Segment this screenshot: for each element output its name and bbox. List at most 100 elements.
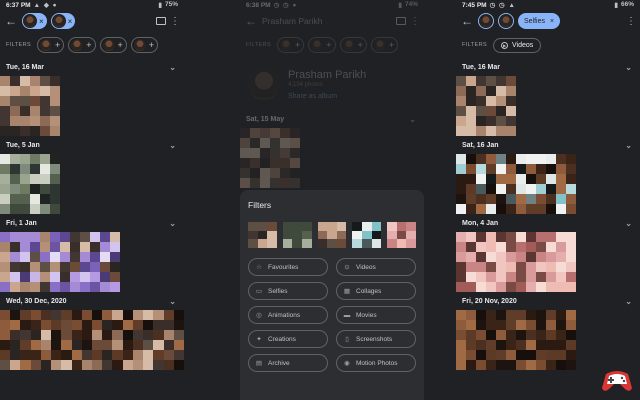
chevron-down-icon[interactable]: ⌄ xyxy=(169,141,176,150)
photo-thumbnail[interactable] xyxy=(0,232,120,292)
filter-animations-button[interactable]: ◎ Animations xyxy=(248,306,328,324)
person-filter-chip[interactable]: + xyxy=(370,37,399,53)
person-chip[interactable] xyxy=(478,13,494,29)
chevron-down-icon[interactable]: ⌄ xyxy=(625,297,632,306)
photo-thumbnail[interactable] xyxy=(456,76,516,136)
photo-thumbnail[interactable] xyxy=(456,232,576,292)
share-album-link[interactable]: Share as album xyxy=(288,93,366,100)
filter-label: Motion Photos xyxy=(356,359,398,367)
phone-screen-1: 6:37 PM ▲ ◆ ● ▮ 75% ← × × ⋮ FILTERS + + xyxy=(0,0,184,400)
chevron-down-icon[interactable]: ⌄ xyxy=(409,115,416,124)
face-thumbnail xyxy=(23,14,37,28)
filter-label: Selfies xyxy=(268,287,288,295)
status-time: 6:38 PM xyxy=(246,1,271,9)
battery-level: 75% xyxy=(164,1,178,8)
selfies-chip[interactable]: Selfies × xyxy=(518,13,561,29)
person-filter-chip[interactable]: + xyxy=(99,37,127,53)
back-arrow-icon[interactable]: ← xyxy=(244,14,258,28)
signal-icon: ▮ xyxy=(398,2,402,9)
filters-row: FILTERS + + + + xyxy=(0,32,184,58)
more-vert-icon[interactable]: ⋮ xyxy=(170,16,180,27)
battery-level: 74% xyxy=(404,1,418,8)
date-header: Sat, 15 May ⌄ xyxy=(240,110,424,128)
add-icon: + xyxy=(326,40,332,50)
date-header: Tue, 16 Mar ⌄ xyxy=(0,58,184,76)
dimmed-background: 6:38 PM ◷ ◷ ● ▮ 74% ← Prasham Parikh ⋮ F… xyxy=(240,0,424,188)
close-icon[interactable]: × xyxy=(550,18,554,25)
person-filter-chip[interactable]: + xyxy=(68,37,96,53)
filter-creations-button[interactable]: ✦ Creations xyxy=(248,330,328,348)
date-header: Sat, 16 Jan ⌄ xyxy=(456,136,640,154)
filter-label: Videos xyxy=(356,263,376,271)
face-thumbnail xyxy=(479,14,493,28)
face-thumbnail xyxy=(70,38,85,52)
filter-videos-button[interactable]: ⊙ Videos xyxy=(336,258,416,276)
filter-archive-button[interactable]: ▤ Archive xyxy=(248,354,328,372)
filter-label: Favourites xyxy=(268,263,299,271)
filter-movies-button[interactable]: ▬ Movies xyxy=(336,306,416,324)
person-chip[interactable]: × xyxy=(22,13,47,29)
signal-icon: ▮ xyxy=(614,2,618,9)
app-bar: ← Prasham Parikh ⋮ xyxy=(240,10,424,32)
person-thumbnail[interactable] xyxy=(317,222,347,248)
photo-thumbnail[interactable] xyxy=(0,76,60,136)
animation-icon: ◎ xyxy=(256,312,262,319)
person-thumbnail[interactable] xyxy=(282,222,312,248)
face-thumbnail xyxy=(372,38,387,52)
filter-motion-photos-button[interactable]: ◉ Motion Photos xyxy=(336,354,416,372)
person-filter-chip[interactable]: + xyxy=(130,37,159,53)
chevron-down-icon[interactable]: ⌄ xyxy=(169,297,176,306)
screenshot-collage: 6:37 PM ▲ ◆ ● ▮ 75% ← × × ⋮ FILTERS + + xyxy=(0,0,640,400)
person-chip[interactable] xyxy=(498,13,514,29)
more-vert-icon[interactable]: ⋮ xyxy=(410,16,420,27)
date-header: Tue, 16 Mar ⌄ xyxy=(456,58,640,76)
person-thumbnail[interactable] xyxy=(352,222,382,248)
person-thumbnail[interactable] xyxy=(387,222,416,248)
status-time: 6:37 PM xyxy=(6,1,31,9)
filter-screenshots-button[interactable]: ▯ Screenshots xyxy=(336,330,416,348)
filter-label: Movies xyxy=(356,311,377,319)
close-icon[interactable]: × xyxy=(68,17,73,26)
more-vert-icon[interactable]: ⋮ xyxy=(626,16,636,27)
videos-filter-chip[interactable]: ▶ Videos xyxy=(493,37,542,53)
filter-collages-button[interactable]: ▦ Collages xyxy=(336,282,416,300)
photo-thumbnail[interactable] xyxy=(240,128,300,188)
chevron-down-icon[interactable]: ⌄ xyxy=(169,63,176,72)
back-arrow-icon[interactable]: ← xyxy=(4,14,18,28)
face-thumbnail xyxy=(101,38,116,52)
person-thumbnail[interactable] xyxy=(248,222,277,248)
filters-row: FILTERS ▶ Videos xyxy=(456,32,640,58)
phone-screen-3: 7:45 PM ◷ ◷ ▲ ▮ 66% ← Selfies × ⋮ FILTER… xyxy=(456,0,640,400)
filter-options: ☆ Favourites ⊙ Videos ▭ Selfies ▦ Collages ◎… xyxy=(248,258,416,372)
person-filter-chip[interactable]: + xyxy=(339,37,367,53)
cast-icon[interactable] xyxy=(396,17,406,25)
creations-icon: ✦ xyxy=(256,336,262,343)
play-icon: ⊙ xyxy=(344,264,350,271)
chevron-down-icon[interactable]: ⌄ xyxy=(625,141,632,150)
chevron-down-icon[interactable]: ⌄ xyxy=(625,63,632,72)
person-filter-chip[interactable]: + xyxy=(37,37,65,53)
chevron-down-icon[interactable]: ⌄ xyxy=(169,219,176,228)
date-label: Sat, 16 Jan xyxy=(462,141,499,149)
filter-favourites-button[interactable]: ☆ Favourites xyxy=(248,258,328,276)
person-filter-chip[interactable]: + xyxy=(308,37,336,53)
close-icon[interactable]: × xyxy=(39,17,44,26)
photo-thumbnail[interactable] xyxy=(0,310,184,370)
filters-sheet: Filters ☆ Favourites ⊙ Videos ▭ Selfies ▦ Co… xyxy=(240,190,424,400)
photo-thumbnail[interactable] xyxy=(456,154,576,214)
date-label: Sat, 15 May xyxy=(246,115,285,123)
photo-thumbnail[interactable] xyxy=(456,310,576,370)
back-arrow-icon[interactable]: ← xyxy=(460,14,474,28)
date-label: Tue, 16 Mar xyxy=(462,63,500,71)
person-filter-chip[interactable]: + xyxy=(277,37,305,53)
chevron-down-icon[interactable]: ⌄ xyxy=(625,219,632,228)
date-label: Fri, 20 Nov, 2020 xyxy=(462,297,517,305)
person-chip[interactable]: × xyxy=(50,13,76,29)
filter-selfies-button[interactable]: ▭ Selfies xyxy=(248,282,328,300)
photo-thumbnail[interactable] xyxy=(0,154,60,214)
add-icon: + xyxy=(295,40,301,50)
filters-row: FILTERS + + + + xyxy=(240,32,424,58)
cast-icon[interactable] xyxy=(156,17,166,25)
date-label: Tue, 5 Jan xyxy=(6,141,40,149)
motion-icon: ◉ xyxy=(344,360,350,367)
